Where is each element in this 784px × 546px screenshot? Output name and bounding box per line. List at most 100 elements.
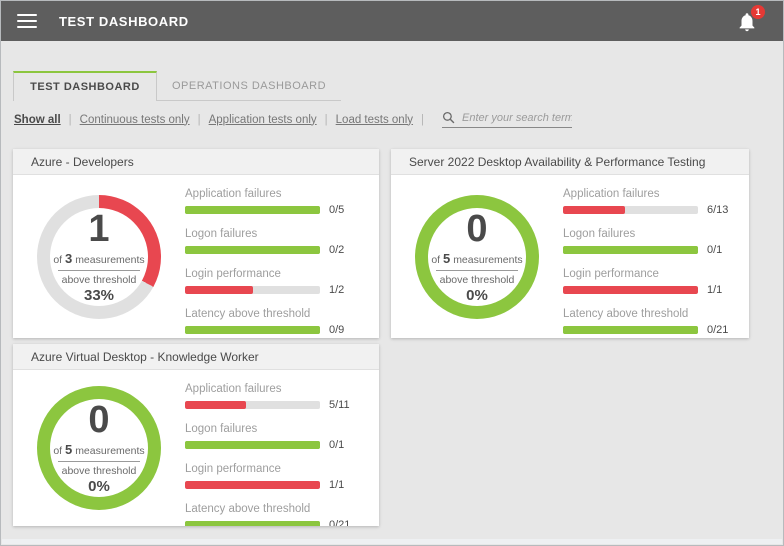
donut-divider bbox=[436, 270, 518, 271]
metric-row: Application failures 0/5 bbox=[185, 188, 365, 216]
tab-operations-dashboard[interactable]: OPERATIONS DASHBOARD bbox=[157, 71, 341, 101]
metric-value: 6/13 bbox=[707, 204, 728, 216]
metric-bar bbox=[185, 206, 320, 214]
donut-percent: 33% bbox=[84, 287, 114, 304]
metric-value: 5/11 bbox=[329, 399, 350, 411]
metric-value: 0/21 bbox=[329, 519, 350, 526]
metric-bar bbox=[185, 326, 320, 334]
donut-ring: 1 of 3 measurements above threshold 33% bbox=[37, 195, 161, 319]
card-server-2022[interactable]: Server 2022 Desktop Availability & Perfo… bbox=[391, 149, 749, 338]
metric-bar bbox=[563, 326, 698, 334]
card-title: Azure Virtual Desktop - Knowledge Worker bbox=[13, 344, 379, 370]
of-label: of bbox=[431, 254, 440, 266]
metric-label: Login performance bbox=[185, 463, 365, 475]
measurements-label: measurements bbox=[75, 445, 144, 457]
metric-bar bbox=[563, 286, 698, 294]
donut-value: 0 bbox=[466, 210, 487, 248]
metric-bar bbox=[185, 521, 320, 526]
donut-total: 3 bbox=[65, 251, 72, 266]
metric-value: 1/1 bbox=[707, 284, 722, 296]
metric-value: 1/1 bbox=[329, 479, 344, 491]
metric-bar bbox=[185, 286, 320, 294]
metric-label: Latency above threshold bbox=[185, 503, 365, 515]
of-label: of bbox=[53, 254, 62, 266]
metric-bar bbox=[185, 481, 320, 489]
metric-row: Login performance 1/1 bbox=[185, 463, 365, 491]
metric-bar bbox=[185, 441, 320, 449]
donut-value: 1 bbox=[88, 210, 109, 248]
card-title: Azure - Developers bbox=[13, 149, 379, 175]
donut-divider bbox=[58, 461, 140, 462]
metric-row: Login performance 1/2 bbox=[185, 268, 365, 296]
search-icon bbox=[442, 111, 455, 124]
card-title: Server 2022 Desktop Availability & Perfo… bbox=[391, 149, 749, 175]
app-title: TEST DASHBOARD bbox=[59, 14, 189, 29]
hamburger-menu-icon[interactable] bbox=[17, 14, 37, 28]
metric-label: Logon failures bbox=[185, 228, 365, 240]
metric-row: Latency above threshold 0/21 bbox=[185, 503, 365, 526]
donut-total: 5 bbox=[443, 251, 450, 266]
filter-bar: Show all | Continuous tests only | Appli… bbox=[14, 111, 572, 128]
metric-label: Logon failures bbox=[185, 423, 365, 435]
metric-value: 0/2 bbox=[329, 244, 344, 256]
metric-label: Latency above threshold bbox=[185, 308, 365, 320]
tab-test-dashboard[interactable]: TEST DASHBOARD bbox=[13, 71, 157, 101]
search-input[interactable] bbox=[462, 112, 572, 124]
metric-label: Latency above threshold bbox=[563, 308, 735, 320]
metric-value: 1/2 bbox=[329, 284, 344, 296]
filter-application-tests[interactable]: Application tests only bbox=[209, 114, 317, 126]
card-avd-knowledge-worker[interactable]: Azure Virtual Desktop - Knowledge Worker… bbox=[13, 344, 379, 526]
filter-separator: | bbox=[69, 114, 72, 126]
metric-value: 0/5 bbox=[329, 204, 344, 216]
filter-separator: | bbox=[325, 114, 328, 126]
metric-value: 0/21 bbox=[707, 324, 728, 336]
filter-load-tests[interactable]: Load tests only bbox=[336, 114, 413, 126]
filter-continuous-tests[interactable]: Continuous tests only bbox=[80, 114, 190, 126]
search-box bbox=[442, 111, 572, 128]
metric-label: Application failures bbox=[563, 188, 735, 200]
donut-ring: 0 of 5 measurements above threshold 0% bbox=[37, 386, 161, 510]
filter-separator: | bbox=[421, 114, 424, 126]
card-azure-developers[interactable]: Azure - Developers 1 of 3 measurements a… bbox=[13, 149, 379, 338]
donut-percent: 0% bbox=[88, 478, 110, 495]
metric-label: Login performance bbox=[185, 268, 365, 280]
metric-row: Latency above threshold 0/9 bbox=[185, 308, 365, 336]
metric-bar bbox=[185, 401, 320, 409]
top-bar: TEST DASHBOARD 1 bbox=[1, 1, 783, 41]
filter-separator: | bbox=[198, 114, 201, 126]
filter-show-all[interactable]: Show all bbox=[14, 114, 61, 126]
donut-ring: 0 of 5 measurements above threshold 0% bbox=[415, 195, 539, 319]
metric-bar bbox=[185, 246, 320, 254]
dashboard-cards: Azure - Developers 1 of 3 measurements a… bbox=[13, 149, 749, 526]
metric-value: 0/1 bbox=[707, 244, 722, 256]
app-window: TEST DASHBOARD 1 TEST DASHBOARD OPERATIO… bbox=[0, 0, 784, 546]
donut-total: 5 bbox=[65, 442, 72, 457]
donut-value: 0 bbox=[88, 401, 109, 439]
dashboard-tabs: TEST DASHBOARD OPERATIONS DASHBOARD bbox=[13, 71, 341, 101]
metric-row: Latency above threshold 0/21 bbox=[563, 308, 735, 336]
window-bottom-edge bbox=[2, 539, 782, 544]
measurements-label: measurements bbox=[453, 254, 522, 266]
notifications-button[interactable]: 1 bbox=[735, 8, 761, 34]
above-threshold-label: above threshold bbox=[440, 274, 515, 286]
donut-divider bbox=[58, 270, 140, 271]
above-threshold-label: above threshold bbox=[62, 274, 137, 286]
metric-bar bbox=[563, 246, 698, 254]
metric-row: Logon failures 0/1 bbox=[185, 423, 365, 451]
of-label: of bbox=[53, 445, 62, 457]
above-threshold-label: above threshold bbox=[62, 465, 137, 477]
metric-value: 0/9 bbox=[329, 324, 344, 336]
metric-label: Application failures bbox=[185, 188, 365, 200]
metric-row: Login performance 1/1 bbox=[563, 268, 735, 296]
metric-label: Login performance bbox=[563, 268, 735, 280]
measurements-label: measurements bbox=[75, 254, 144, 266]
metric-bar bbox=[563, 206, 698, 214]
metric-row: Application failures 5/11 bbox=[185, 383, 365, 411]
metric-row: Logon failures 0/2 bbox=[185, 228, 365, 256]
metric-value: 0/1 bbox=[329, 439, 344, 451]
donut-percent: 0% bbox=[466, 287, 488, 304]
metric-label: Application failures bbox=[185, 383, 365, 395]
notification-badge: 1 bbox=[751, 5, 765, 19]
metric-label: Logon failures bbox=[563, 228, 735, 240]
metric-row: Logon failures 0/1 bbox=[563, 228, 735, 256]
